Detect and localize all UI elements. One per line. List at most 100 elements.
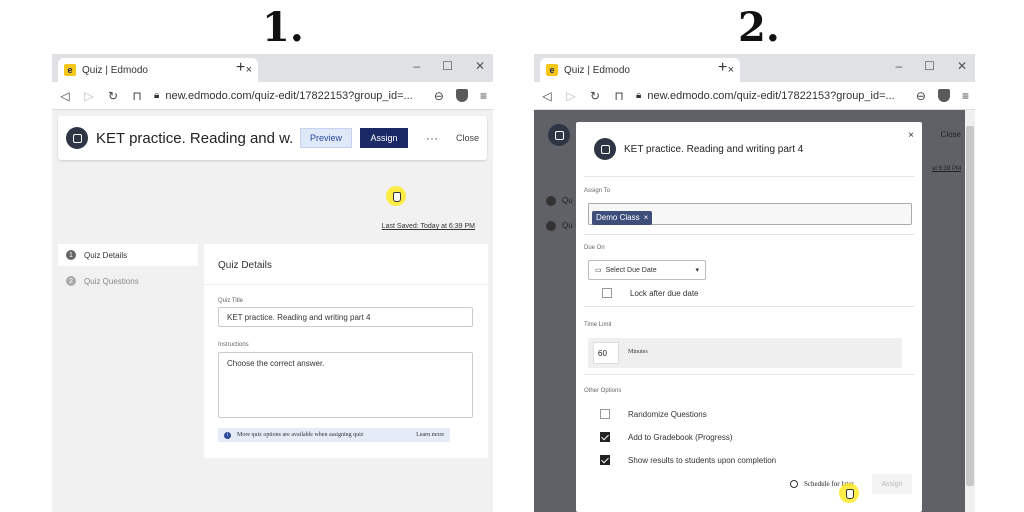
info-icon: i [224,431,231,439]
tab-title: Quiz | Edmodo [82,64,148,76]
browser-window-step-2: e Quiz | Edmodo × + – ☐ ✕ ◁ ▷ ↻ ⊓ 🔒︎ new… [534,54,975,512]
last-saved-link[interactable]: Last Saved: Today at 6:39 PM [382,223,475,230]
sidebar-item-quiz-details[interactable]: 1 Quiz Details [58,244,198,266]
add-to-gradebook-checkbox[interactable] [600,432,610,442]
zoom-icon[interactable]: ⊖ [434,89,444,103]
edmodo-favicon-icon: e [546,64,558,76]
window-close-icon[interactable]: ✕ [957,59,967,73]
chevron-down-icon: ▾ [695,267,699,274]
background-sidebar-text: Qu [562,221,573,230]
lock-after-due-label: Lock after due date [630,289,699,298]
browser-tab[interactable]: e Quiz | Edmodo × [540,58,740,82]
bookmark-icon[interactable]: ⊓ [612,89,626,103]
reload-icon[interactable]: ↻ [106,89,120,103]
scrollbar-thumb[interactable] [966,126,974,486]
chip-remove-icon[interactable]: × [644,213,649,222]
divider [584,306,914,307]
maximize-icon[interactable]: ☐ [924,59,935,73]
background-sidebar-text: Qu [562,196,573,205]
divider [584,176,914,177]
background-step-badge [546,221,556,231]
quiz-edit-page: KET practice. Reading and w... Preview A… [52,110,493,512]
other-options-label: Other Options [584,388,622,394]
menu-icon[interactable]: ≡ [962,89,969,103]
edmodo-favicon-icon: e [64,64,76,76]
page-title: KET practice. Reading and w... [96,129,292,147]
tab-close-icon[interactable]: × [246,64,252,76]
address-bar: ◁ ▷ ↻ ⊓ 🔒︎ new.edmodo.com/quiz-edit/1782… [52,82,493,110]
modal-close-icon[interactable]: × [908,130,914,141]
lock-after-due-checkbox[interactable] [602,288,612,298]
modal-title: KET practice. Reading and writing part 4 [624,144,804,155]
step-badge: 1 [66,250,76,260]
minimize-icon[interactable]: – [413,59,420,73]
close-button[interactable]: Close [456,133,479,143]
time-limit-input[interactable]: 60 [593,342,619,364]
tab-bar: e Quiz | Edmodo × + – ☐ ✕ [534,54,975,82]
preview-button[interactable]: Preview [299,128,352,148]
brave-shield-icon[interactable] [937,88,950,102]
info-banner: i More quiz options are available when a… [218,428,450,442]
minutes-label: Minutes [628,349,648,355]
toolbar-right: ⊖ ≡ [916,88,969,103]
address-bar: ◁ ▷ ↻ ⊓ 🔒︎ new.edmodo.com/quiz-edit/1782… [534,82,975,110]
due-on-label: Due On [584,245,605,251]
maximize-icon[interactable]: ☐ [442,59,453,73]
time-limit-panel: 60 Minutes [588,338,902,368]
quiz-title-input[interactable]: KET practice. Reading and writing part 4 [218,307,473,327]
menu-icon[interactable]: ≡ [480,89,487,103]
quiz-icon [66,127,88,149]
randomize-questions-label: Randomize Questions [628,410,707,419]
reload-icon[interactable]: ↻ [588,89,602,103]
quiz-title-label: Quiz Title [218,298,244,304]
cursor-highlight [386,186,406,206]
calendar-icon: ▭ [595,267,602,274]
assign-to-field[interactable]: Demo Class × [588,203,912,225]
divider [584,234,914,235]
quiz-details-card: Quiz Details Quiz Title KET practice. Re… [204,244,488,458]
show-results-label: Show results to students upon completion [628,456,777,465]
step-number-2: 2. [738,4,780,51]
learn-more-link[interactable]: Learn more [416,432,444,438]
url-field[interactable]: 🔒︎ new.edmodo.com/quiz-edit/17822153?gro… [154,90,424,102]
instructions-textarea[interactable]: Choose the correct answer. [218,352,473,418]
minimize-icon[interactable]: – [895,59,902,73]
back-icon[interactable]: ◁ [540,89,554,103]
quiz-header: KET practice. Reading and w... Preview A… [58,116,487,160]
show-results-checkbox[interactable] [600,455,610,465]
class-chip: Demo Class × [592,210,653,225]
url-text: new.edmodo.com/quiz-edit/17822153?group_… [647,89,895,102]
modal-assign-button[interactable]: Assign [872,474,912,494]
sidebar-item-label: Quiz Details [84,250,128,260]
step-number-1: 1. [262,4,304,51]
sidebar-item-quiz-questions[interactable]: 2 Quiz Questions [58,270,198,292]
forward-icon[interactable]: ▷ [564,89,578,103]
window-close-icon[interactable]: ✕ [475,59,485,73]
bookmark-icon[interactable]: ⊓ [130,89,144,103]
url-field[interactable]: 🔒︎ new.edmodo.com/quiz-edit/17822153?gro… [636,90,906,102]
new-tab-icon[interactable]: + [236,59,245,77]
assign-modal: × KET practice. Reading and writing part… [576,122,922,512]
brave-shield-icon[interactable] [455,88,468,102]
clock-icon [790,480,798,488]
more-options-icon[interactable]: ··· [426,131,438,145]
assign-button[interactable]: Assign [359,128,408,148]
lock-icon: 🔒︎ [636,90,642,101]
section-heading: Quiz Details [218,260,272,271]
zoom-icon[interactable]: ⊖ [916,89,926,103]
due-date-placeholder: Select Due Date [605,266,657,274]
toolbar-right: ⊖ ≡ [434,88,487,103]
back-icon[interactable]: ◁ [58,89,72,103]
randomize-questions-checkbox[interactable] [600,409,610,419]
instructions-label: Instructions [218,342,249,348]
divider [204,284,488,285]
new-tab-icon[interactable]: + [718,59,727,77]
info-text: More quiz options are available when ass… [237,432,364,438]
due-date-select[interactable]: ▭ Select Due Date ▾ [588,260,706,280]
quiz-icon [548,124,570,146]
forward-icon[interactable]: ▷ [82,89,96,103]
browser-tab[interactable]: e Quiz | Edmodo × [58,58,258,82]
time-limit-label: Time Limit [584,322,612,328]
lock-icon: 🔒︎ [154,90,160,101]
tab-close-icon[interactable]: × [728,64,734,76]
